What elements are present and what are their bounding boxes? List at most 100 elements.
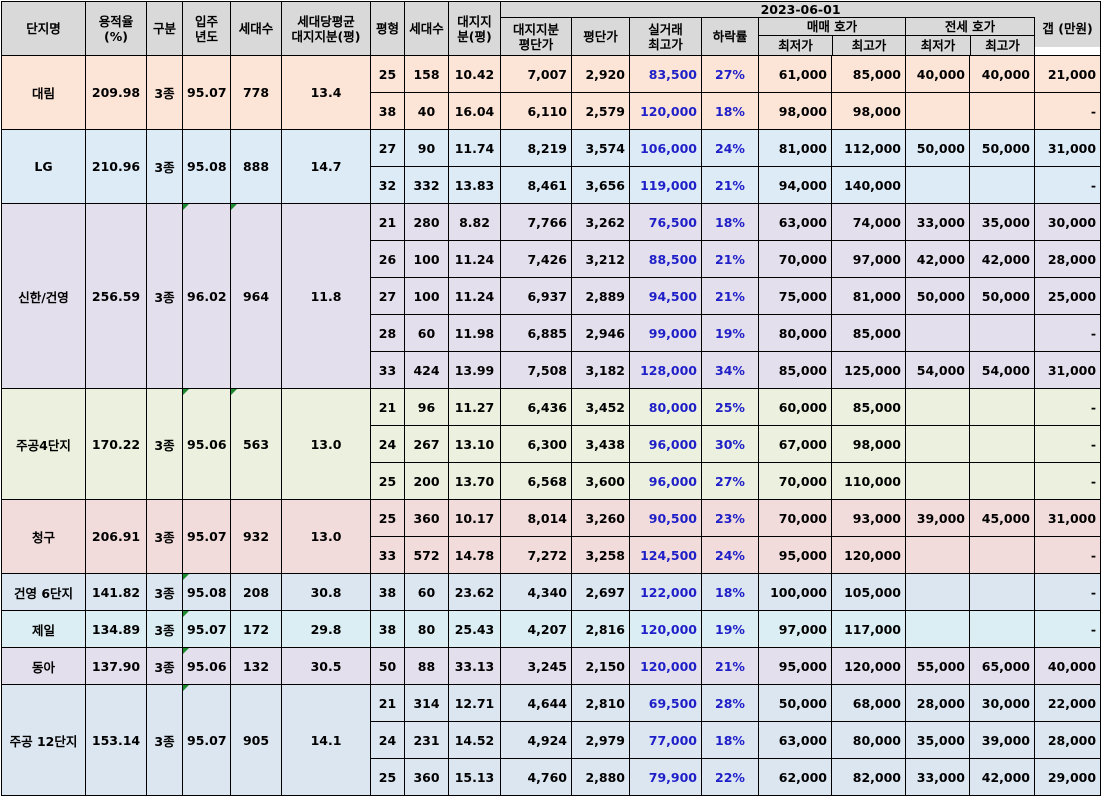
table-row: 동아 137.90 3종 95.06 132 30.5 50 88 33.13 3,245 2,15… (1, 647, 1101, 685)
complex-name: 제일 (1, 610, 86, 648)
unit-households: 332 (404, 166, 449, 204)
unit-land-share: 11.98 (448, 314, 501, 352)
unit-land-price: 7,766 (500, 203, 572, 241)
unit-sale-max: 125,000 (831, 351, 906, 389)
unit-real-max: 122,000 (629, 573, 702, 611)
unit-sale-max: 85,000 (831, 55, 906, 93)
unit-jeonse-min (905, 536, 970, 574)
unit-jeonse-max: 30,000 (969, 684, 1035, 722)
header-sale-max: 최고가 (851, 38, 887, 53)
unit-price: 3,262 (571, 203, 630, 241)
complex-move-in-year: 95.08 (182, 573, 231, 611)
unit-jeonse-min (905, 314, 970, 352)
header-jeonse-group: 전세 호가 최저가 최고가 (905, 17, 1035, 56)
unit-gap: - (1033, 166, 1101, 204)
complex-move-in-year: 95.06 (182, 647, 231, 685)
unit-price: 2,880 (571, 758, 630, 796)
header-pyeong: 평형 (370, 1, 405, 56)
complex-name: 동아 (1, 647, 86, 685)
complex-far: 141.82 (85, 573, 147, 611)
header-name: 단지명 (1, 1, 86, 56)
unit-drop-rate: 18% (701, 721, 759, 759)
complex-move-in-year: 95.07 (182, 499, 231, 574)
unit-pyeong: 38 (370, 92, 405, 130)
unit-sale-max: 105,000 (831, 573, 906, 611)
unit-land-share: 16.04 (448, 92, 501, 130)
unit-land-price: 4,644 (500, 684, 572, 722)
table-row: 주공4단지 170.22 3종 95.06 563 13.0 21 96 11.27 6,436 3… (1, 388, 1101, 500)
header-date: 2023-06-01 (499, 1, 1101, 18)
unit-real-max: 96,000 (629, 462, 702, 500)
unit-households: 360 (404, 758, 449, 796)
unit-jeonse-max (969, 610, 1035, 648)
unit-drop-rate: 19% (701, 610, 759, 648)
unit-gap: 25,000 (1033, 277, 1101, 315)
unit-price: 3,656 (571, 166, 630, 204)
unit-jeonse-max: 42,000 (969, 240, 1035, 278)
complex-zone: 3종 (146, 573, 183, 611)
unit-gap: 31,000 (1033, 351, 1101, 389)
unit-sale-min: 97,000 (758, 610, 832, 648)
unit-land-price: 4,340 (500, 573, 572, 611)
unit-real-max: 76,500 (629, 203, 702, 241)
unit-price: 3,438 (571, 425, 630, 463)
unit-land-price: 7,508 (500, 351, 572, 389)
unit-sale-min: 67,000 (758, 425, 832, 463)
complex-avg-land-share: 13.0 (281, 388, 371, 500)
unit-pyeong: 21 (370, 684, 405, 722)
complex-households: 132 (230, 647, 282, 685)
unit-jeonse-min: 33,000 (905, 758, 970, 796)
unit-sale-min: 81,000 (758, 129, 832, 167)
unit-gap: - (1033, 314, 1101, 352)
complex-avg-land-share: 29.8 (281, 610, 371, 648)
table-row: 주공 12단지 153.14 3종 95.07 905 14.1 21 314 12.71 4,6… (1, 684, 1101, 796)
unit-jeonse-max: 50,000 (969, 277, 1035, 315)
unit-sale-max: 140,000 (831, 166, 906, 204)
apartment-comparison-table: 단지명 용적율 (%) 구분 입주 년도 세대수 세대당평균 대지지분(평) 평… (1, 1, 1101, 796)
unit-households: 424 (404, 351, 449, 389)
unit-gap: - (1033, 388, 1101, 426)
unit-pyeong: 24 (370, 425, 405, 463)
unit-land-share: 13.10 (448, 425, 501, 463)
header-move-in-year: 입주 년도 (182, 1, 231, 56)
header-sale-min: 최저가 (760, 36, 833, 55)
unit-drop-rate: 21% (701, 166, 759, 204)
unit-price: 3,182 (571, 351, 630, 389)
unit-sale-max: 68,000 (831, 684, 906, 722)
unit-drop-rate: 18% (701, 573, 759, 611)
unit-sale-min: 70,000 (758, 462, 832, 500)
unit-jeonse-min (905, 573, 970, 611)
unit-pyeong: 28 (370, 314, 405, 352)
complex-far: 256.59 (85, 203, 147, 389)
complex-zone: 3종 (146, 647, 183, 685)
header-avg-land-share: 세대당평균 대지지분(평) (281, 1, 371, 56)
unit-gap: - (1033, 92, 1101, 130)
unit-sale-max: 82,000 (831, 758, 906, 796)
unit-sale-max: 93,000 (831, 499, 906, 537)
unit-jeonse-max: 54,000 (969, 351, 1035, 389)
unit-sale-max: 120,000 (831, 647, 906, 685)
table-header: 단지명 용적율 (%) 구분 입주 년도 세대수 세대당평균 대지지분(평) 평… (1, 1, 1101, 56)
unit-households: 96 (404, 388, 449, 426)
unit-pyeong: 21 (370, 203, 405, 241)
complex-zone: 3종 (146, 684, 183, 796)
unit-jeonse-min: 35,000 (905, 721, 970, 759)
unit-jeonse-min (905, 92, 970, 130)
unit-households: 231 (404, 721, 449, 759)
unit-drop-rate: 21% (701, 240, 759, 278)
unit-sale-min: 70,000 (758, 499, 832, 537)
unit-jeonse-max (969, 314, 1035, 352)
unit-land-share: 12.71 (448, 684, 501, 722)
unit-real-max: 106,000 (629, 129, 702, 167)
unit-land-share: 14.78 (448, 536, 501, 574)
unit-real-max: 79,900 (629, 758, 702, 796)
unit-gap: - (1033, 610, 1101, 648)
unit-land-price: 6,937 (500, 277, 572, 315)
unit-jeonse-min (905, 425, 970, 463)
unit-price: 2,810 (571, 684, 630, 722)
header-households: 세대수 (230, 1, 282, 56)
complex-households: 172 (230, 610, 282, 648)
complex-move-in-year: 95.08 (182, 129, 231, 204)
unit-sale-max: 120,000 (831, 536, 906, 574)
unit-price: 2,579 (571, 92, 630, 130)
